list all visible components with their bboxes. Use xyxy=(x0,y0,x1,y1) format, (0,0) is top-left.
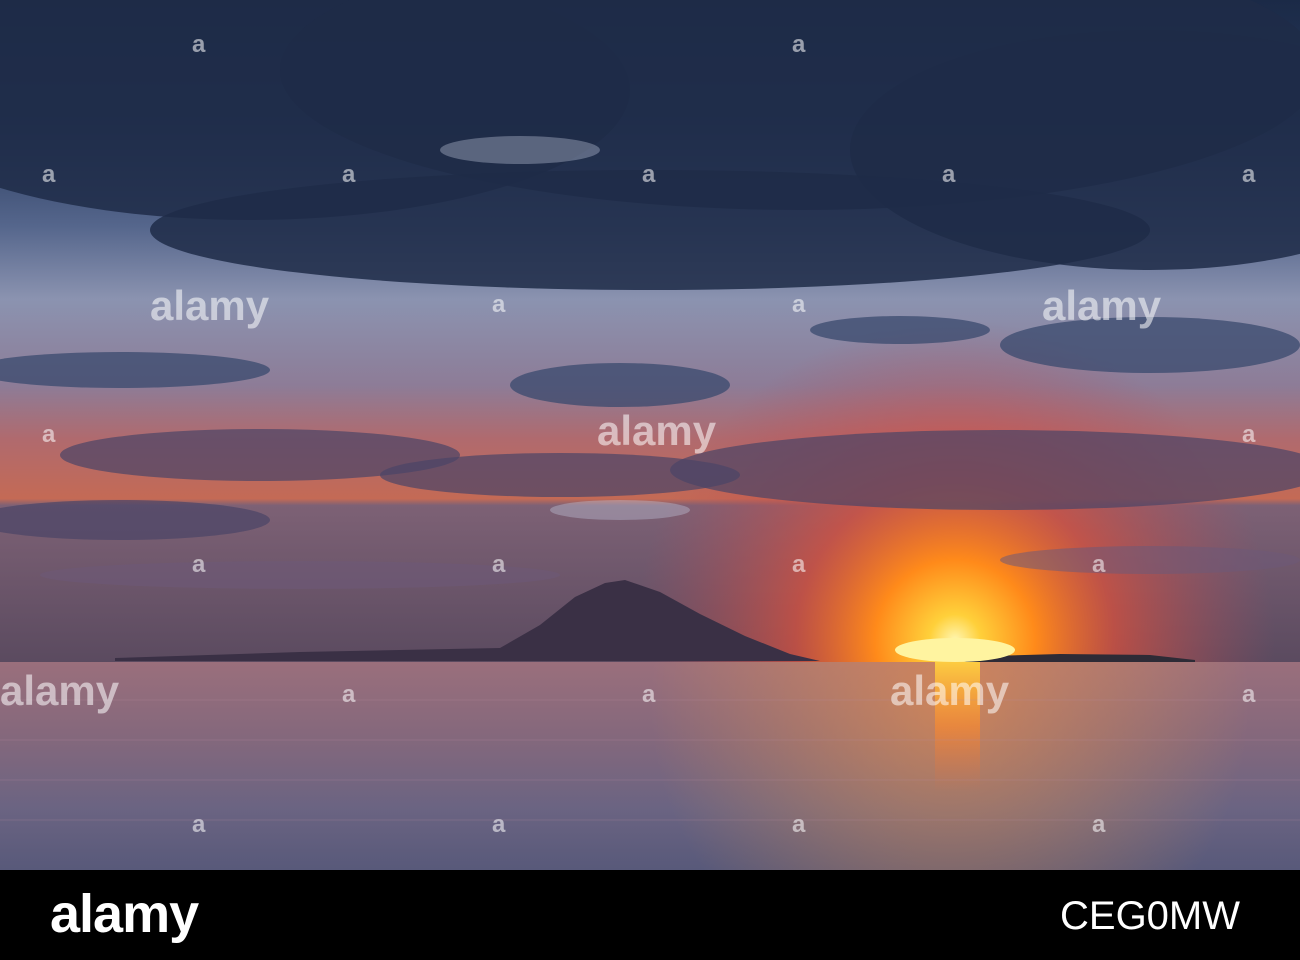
watermark-mark: a xyxy=(42,161,56,188)
sunset-volcano-photo: alamy alamy alamy alamy alamy a a a a a … xyxy=(0,0,1300,870)
watermark-text: alamy xyxy=(0,667,120,714)
watermark-mark: a xyxy=(1242,681,1256,708)
watermark-text: alamy xyxy=(1042,282,1162,329)
alamy-logo: alamy xyxy=(50,884,199,944)
watermark-mark: a xyxy=(192,31,206,58)
watermark-mark: a xyxy=(42,421,56,448)
watermark-mark: a xyxy=(492,811,506,838)
watermark-text: alamy xyxy=(150,282,270,329)
watermark-mark: a xyxy=(1092,811,1106,838)
watermark-mark: a xyxy=(192,551,206,578)
footer-bar: alamy CEG0MW xyxy=(0,870,1300,960)
watermark-mark: a xyxy=(492,551,506,578)
watermark-mark: a xyxy=(192,811,206,838)
watermark-mark: a xyxy=(492,291,506,318)
watermark-mark: a xyxy=(942,161,956,188)
watermark-mark: a xyxy=(792,291,806,318)
stock-photo: alamy alamy alamy alamy alamy a a a a a … xyxy=(0,0,1300,960)
watermark-mark: a xyxy=(342,681,356,708)
sun xyxy=(895,638,1015,662)
watermark-text: alamy xyxy=(890,667,1010,714)
watermark-mark: a xyxy=(642,681,656,708)
watermark-mark: a xyxy=(792,811,806,838)
watermark-mark: a xyxy=(1242,421,1256,448)
watermark-mark: a xyxy=(1242,161,1256,188)
watermark-mark: a xyxy=(792,31,806,58)
watermark-mark: a xyxy=(792,551,806,578)
watermark-mark: a xyxy=(1092,551,1106,578)
watermark-mark: a xyxy=(342,161,356,188)
watermark-text: alamy xyxy=(597,407,717,454)
image-id: CEG0MW xyxy=(1060,894,1240,938)
watermark-mark: a xyxy=(642,161,656,188)
